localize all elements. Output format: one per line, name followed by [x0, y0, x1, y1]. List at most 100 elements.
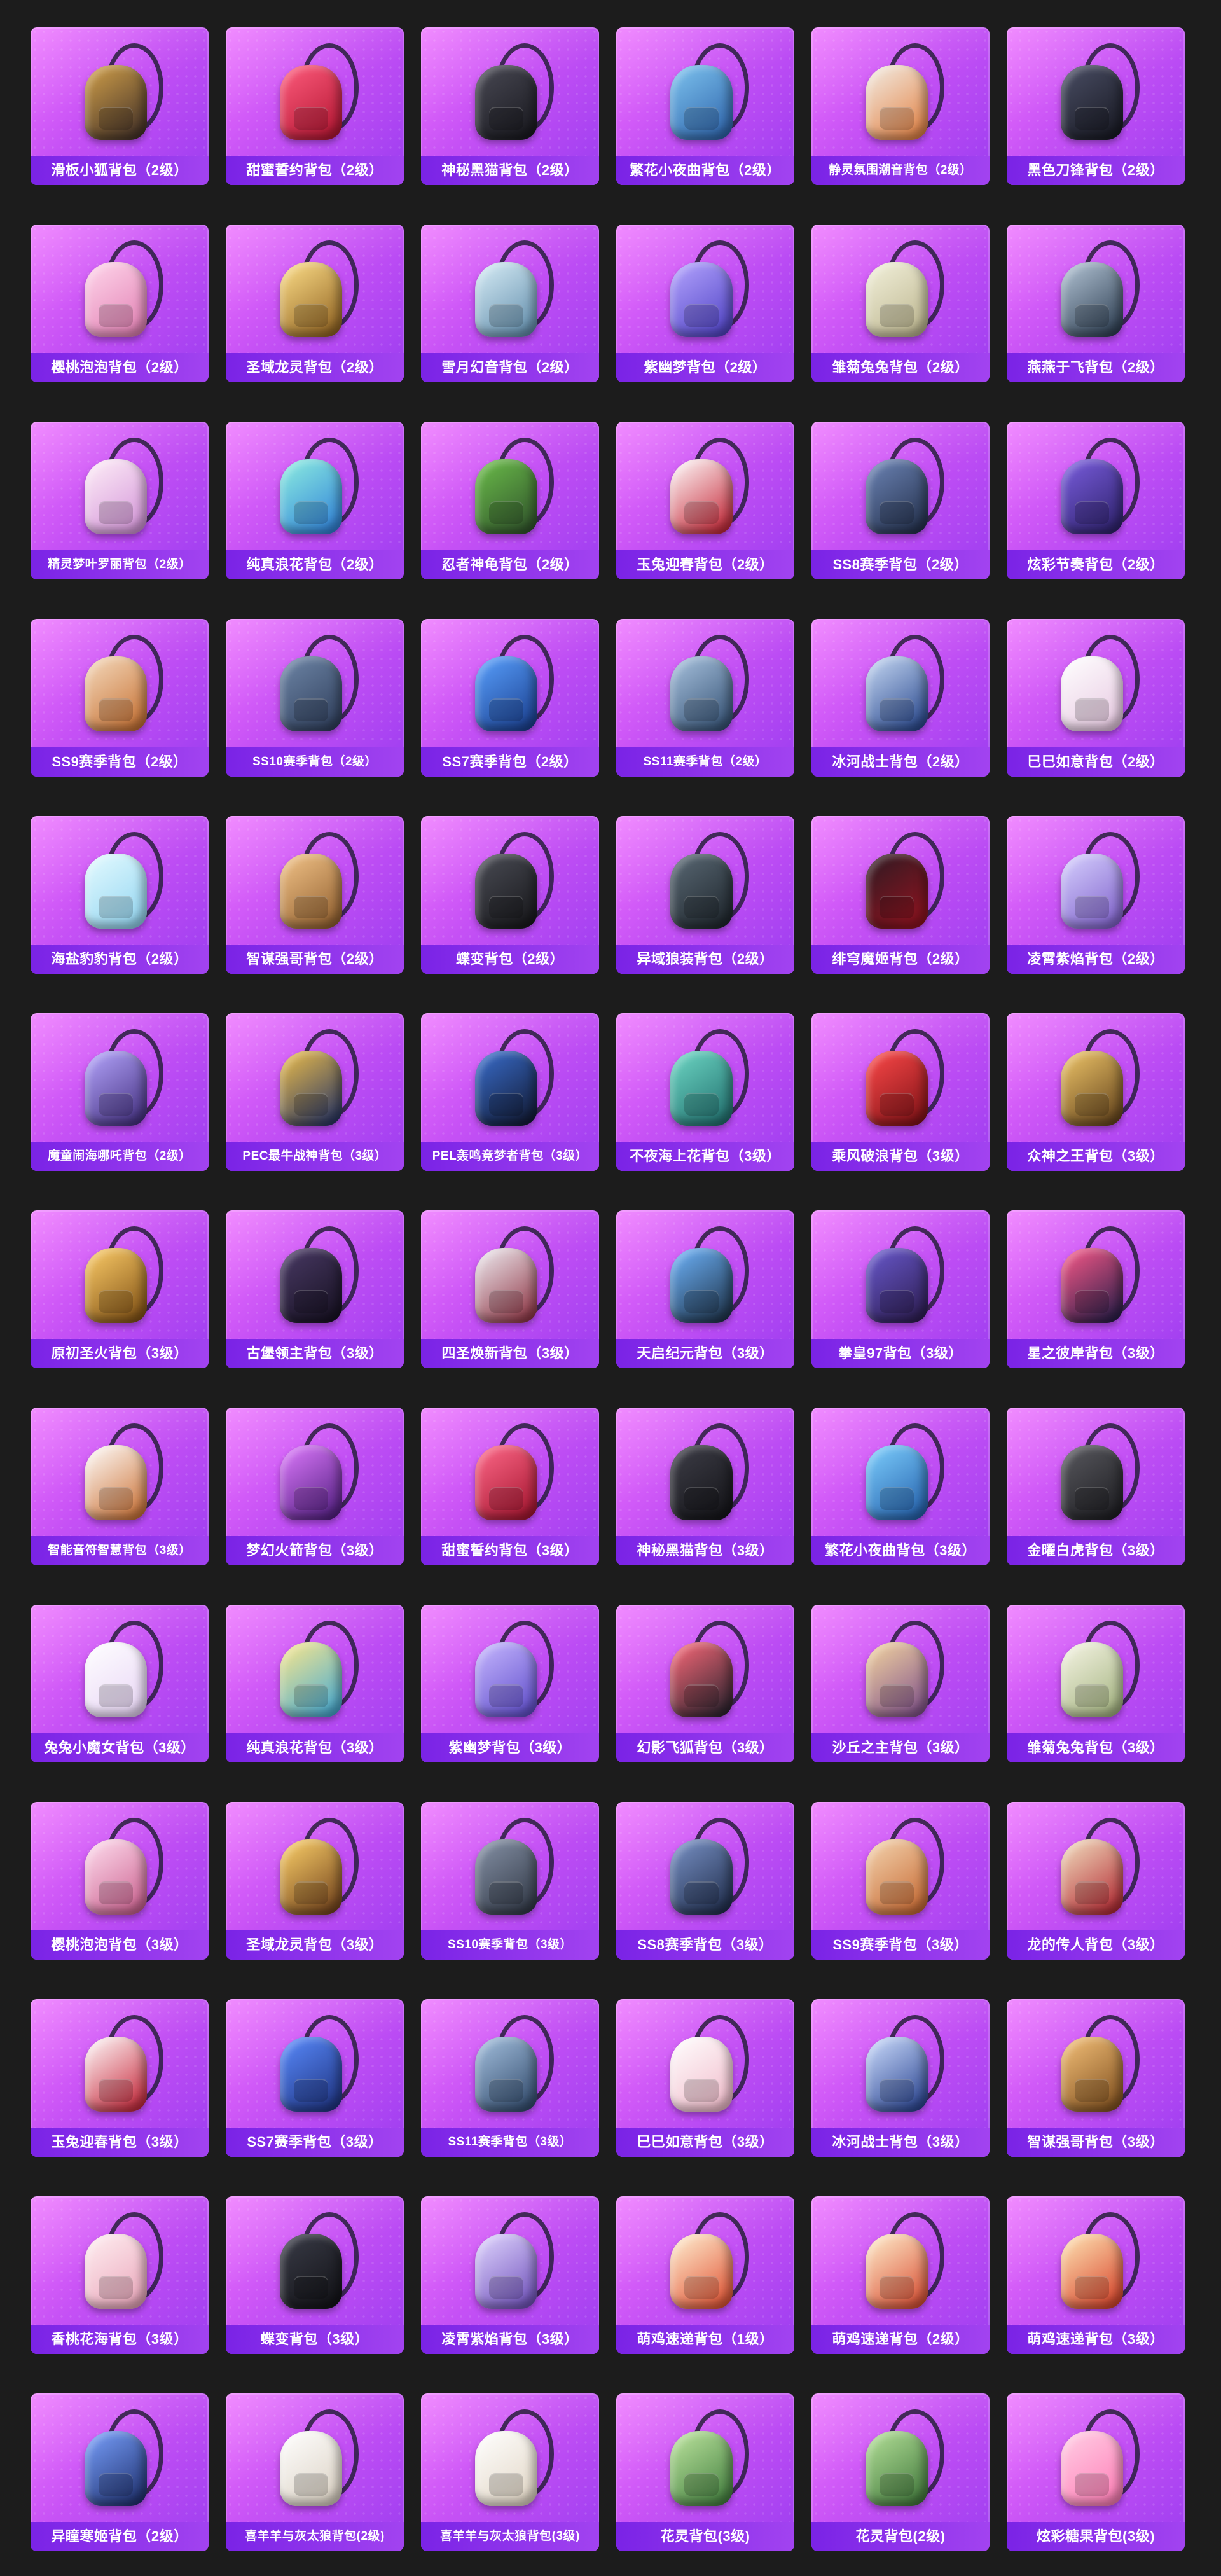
backpack-card[interactable]: 圣域龙灵背包（2级）: [226, 225, 404, 382]
backpack-icon: [280, 2431, 342, 2506]
backpack-card[interactable]: 雏菊兔兔背包（2级）: [811, 225, 990, 382]
backpack-name: 紫幽梦背包（3级）: [421, 1733, 599, 1762]
backpack-image: [72, 237, 167, 345]
backpack-image: [1048, 2208, 1143, 2316]
backpack-card[interactable]: 纯真浪花背包（3级）: [226, 1605, 404, 1762]
backpack-card[interactable]: 紫幽梦背包（3级）: [421, 1605, 599, 1762]
backpack-card[interactable]: 金曜白虎背包（3级）: [1007, 1408, 1185, 1565]
backpack-icon: [670, 1839, 733, 1915]
backpack-card[interactable]: 沙丘之主背包（3级）: [811, 1605, 990, 1762]
backpack-card[interactable]: SS11赛季背包（2级）: [616, 619, 794, 777]
backpack-card[interactable]: SS8赛季背包（3级）: [616, 1802, 794, 1960]
backpack-card[interactable]: 星之彼岸背包（3级）: [1007, 1210, 1185, 1368]
backpack-card[interactable]: 萌鸡速递背包（1级）: [616, 2196, 794, 2354]
backpack-card[interactable]: PEC最牛战神背包（3级）: [226, 1013, 404, 1171]
backpack-icon: [85, 2234, 147, 2309]
backpack-card[interactable]: 梦幻火箭背包（3级）: [226, 1408, 404, 1565]
backpack-card[interactable]: SS7赛季背包（2级）: [421, 619, 599, 777]
backpack-card[interactable]: 原初圣火背包（3级）: [31, 1210, 209, 1368]
backpack-card[interactable]: 炫彩糖果背包(3级): [1007, 2393, 1185, 2551]
backpack-card[interactable]: 拳皇97背包（3级）: [811, 1210, 990, 1368]
backpack-card[interactable]: 不夜海上花背包（3级）: [616, 1013, 794, 1171]
backpack-card[interactable]: 圣域龙灵背包（3级）: [226, 1802, 404, 1960]
backpack-card[interactable]: 樱桃泡泡背包（3级）: [31, 1802, 209, 1960]
backpack-card[interactable]: 绯穹魔姬背包（2级）: [811, 816, 990, 974]
backpack-card[interactable]: SS10赛季背包（3级）: [421, 1802, 599, 1960]
backpack-card[interactable]: 异瞳寒姬背包（2级）: [31, 2393, 209, 2551]
backpack-card[interactable]: SS8赛季背包（2级）: [811, 422, 990, 579]
backpack-card[interactable]: 智能音符智慧背包（3级）: [31, 1408, 209, 1565]
backpack-card[interactable]: 乘风破浪背包（3级）: [811, 1013, 990, 1171]
backpack-icon: [475, 1839, 537, 1915]
backpack-card[interactable]: 异域狼装背包（2级）: [616, 816, 794, 974]
backpack-card[interactable]: 花灵背包(3级): [616, 2393, 794, 2551]
backpack-card[interactable]: 玉兔迎春背包（3级）: [31, 1999, 209, 2157]
backpack-card[interactable]: 古堡领主背包（3级）: [226, 1210, 404, 1368]
backpack-card[interactable]: 静灵氛围潮音背包（2级）: [811, 27, 990, 185]
backpack-image: [658, 1617, 753, 1725]
backpack-card[interactable]: 甜蜜誓约背包（2级）: [226, 27, 404, 185]
backpack-image: [267, 828, 362, 936]
backpack-image: [1048, 631, 1143, 739]
backpack-card[interactable]: SS9赛季背包（3级）: [811, 1802, 990, 1960]
backpack-card[interactable]: 四圣焕新背包（3级）: [421, 1210, 599, 1368]
backpack-card[interactable]: 蝶变背包（3级）: [226, 2196, 404, 2354]
backpack-icon: [866, 2234, 928, 2309]
backpack-card[interactable]: 兔兔小魔女背包（3级）: [31, 1605, 209, 1762]
backpack-card[interactable]: 繁花小夜曲背包（2级）: [616, 27, 794, 185]
backpack-image: [853, 237, 948, 345]
backpack-image: [267, 1222, 362, 1331]
backpack-card[interactable]: 凌霄紫焰背包（2级）: [1007, 816, 1185, 974]
backpack-card[interactable]: 萌鸡速递背包（3级）: [1007, 2196, 1185, 2354]
backpack-card[interactable]: SS7赛季背包（3级）: [226, 1999, 404, 2157]
backpack-icon: [475, 65, 537, 140]
backpack-card[interactable]: 精灵梦叶罗丽背包（2级）: [31, 422, 209, 579]
backpack-card[interactable]: SS9赛季背包（2级）: [31, 619, 209, 777]
backpack-image: [462, 1814, 558, 1922]
backpack-card[interactable]: 紫幽梦背包（2级）: [616, 225, 794, 382]
backpack-name: 原初圣火背包（3级）: [31, 1339, 209, 1368]
backpack-card[interactable]: 智谋强哥背包（3级）: [1007, 1999, 1185, 2157]
backpack-card[interactable]: 幻影飞狐背包（3级）: [616, 1605, 794, 1762]
backpack-card[interactable]: 神秘黑猫背包（3级）: [616, 1408, 794, 1565]
backpack-card[interactable]: 凌霄紫焰背包（3级）: [421, 2196, 599, 2354]
backpack-card[interactable]: 炫彩节奏背包（2级）: [1007, 422, 1185, 579]
backpack-card[interactable]: 喜羊羊与灰太狼背包(3级): [421, 2393, 599, 2551]
backpack-card[interactable]: 巳巳如意背包（3级）: [616, 1999, 794, 2157]
backpack-card[interactable]: 燕燕于飞背包（2级）: [1007, 225, 1185, 382]
backpack-card[interactable]: 天启纪元背包（3级）: [616, 1210, 794, 1368]
backpack-card[interactable]: 忍者神龟背包（2级）: [421, 422, 599, 579]
backpack-card[interactable]: 滑板小狐背包（2级）: [31, 27, 209, 185]
backpack-card[interactable]: 樱桃泡泡背包（2级）: [31, 225, 209, 382]
backpack-card[interactable]: 神秘黑猫背包（2级）: [421, 27, 599, 185]
backpack-card[interactable]: PEL轰鸣竞梦者背包（3级）: [421, 1013, 599, 1171]
backpack-card[interactable]: 巳巳如意背包（2级）: [1007, 619, 1185, 777]
backpack-image: [72, 39, 167, 148]
backpack-card[interactable]: 魔童闹海哪吒背包（2级）: [31, 1013, 209, 1171]
backpack-card[interactable]: 蝶变背包（2级）: [421, 816, 599, 974]
backpack-card[interactable]: 雪月幻音背包（2级）: [421, 225, 599, 382]
backpack-card[interactable]: 甜蜜誓约背包（3级）: [421, 1408, 599, 1565]
backpack-card[interactable]: 龙的传人背包（3级）: [1007, 1802, 1185, 1960]
backpack-card[interactable]: SS10赛季背包（2级）: [226, 619, 404, 777]
backpack-name: SS10赛季背包（2级）: [226, 747, 404, 777]
backpack-card[interactable]: 萌鸡速递背包（2级）: [811, 2196, 990, 2354]
backpack-card[interactable]: 繁花小夜曲背包（3级）: [811, 1408, 990, 1565]
backpack-card[interactable]: 海盐豹豹背包（2级）: [31, 816, 209, 974]
backpack-card[interactable]: 花灵背包(2级): [811, 2393, 990, 2551]
backpack-image: [462, 2406, 558, 2514]
backpack-card[interactable]: 玉兔迎春背包（2级）: [616, 422, 794, 579]
backpack-icon: [280, 262, 342, 337]
backpack-card[interactable]: 众神之王背包（3级）: [1007, 1013, 1185, 1171]
backpack-card[interactable]: 冰河战士背包（2级）: [811, 619, 990, 777]
backpack-icon: [280, 1051, 342, 1126]
backpack-card[interactable]: 冰河战士背包（3级）: [811, 1999, 990, 2157]
backpack-card[interactable]: 喜羊羊与灰太狼背包(2级): [226, 2393, 404, 2551]
backpack-card[interactable]: 智谋强哥背包（2级）: [226, 816, 404, 974]
backpack-card[interactable]: 黑色刀锋背包（2级）: [1007, 27, 1185, 185]
backpack-card[interactable]: 纯真浪花背包（2级）: [226, 422, 404, 579]
backpack-card[interactable]: 雏菊兔兔背包（3级）: [1007, 1605, 1185, 1762]
backpack-card[interactable]: SS11赛季背包（3级）: [421, 1999, 599, 2157]
backpack-card[interactable]: 香桃花海背包（3级）: [31, 2196, 209, 2354]
backpack-icon: [670, 1051, 733, 1126]
